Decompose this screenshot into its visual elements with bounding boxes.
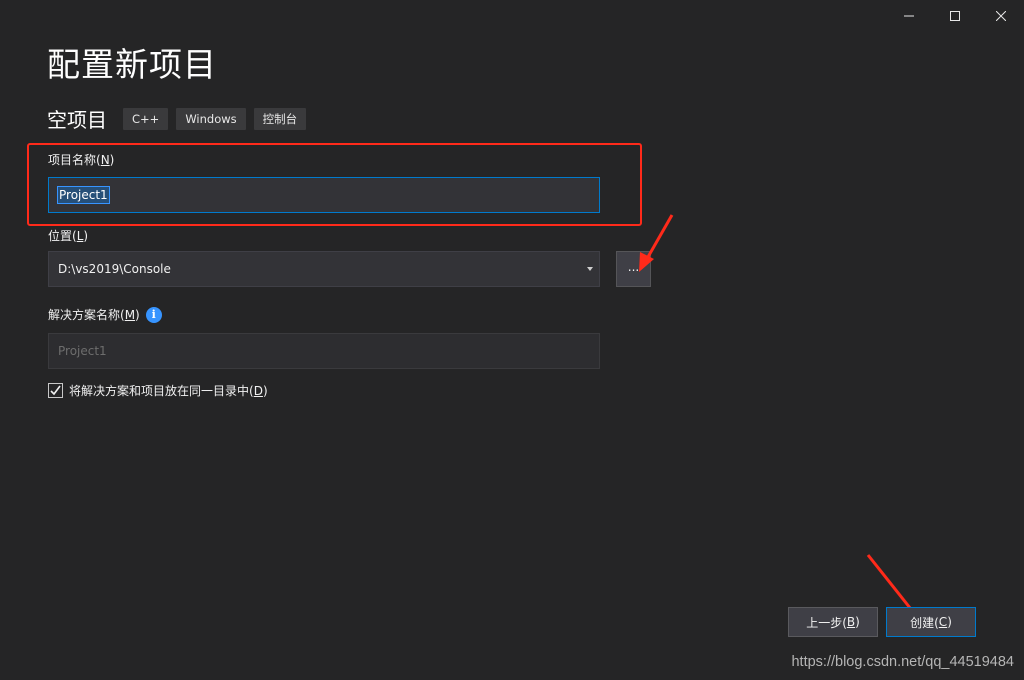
tag-console: 控制台 bbox=[253, 107, 307, 130]
page-title: 配置新项目 bbox=[47, 45, 217, 84]
minimize-icon bbox=[904, 15, 914, 17]
location-label: 位置(L) bbox=[48, 229, 89, 243]
info-icon[interactable]: i bbox=[145, 306, 162, 323]
maximize-icon bbox=[950, 11, 960, 21]
maximize-button[interactable] bbox=[932, 0, 978, 32]
template-name: 空项目 bbox=[47, 108, 107, 132]
minimize-button[interactable] bbox=[886, 0, 932, 32]
same-directory-checkbox[interactable] bbox=[48, 383, 63, 398]
browse-button[interactable]: ... bbox=[616, 251, 651, 287]
project-name-value: Project1 bbox=[57, 186, 110, 204]
location-value: D:\vs2019\Console bbox=[58, 262, 171, 276]
tag-cpp: C++ bbox=[123, 107, 169, 130]
checkmark-icon bbox=[50, 385, 61, 396]
same-directory-label: 将解决方案和项目放在同一目录中(D) bbox=[69, 384, 268, 398]
project-name-input[interactable]: Project1 bbox=[48, 177, 600, 213]
solution-name-placeholder: Project1 bbox=[58, 344, 107, 358]
template-info: 空项目 C++ Windows 控制台 bbox=[47, 104, 314, 133]
configure-project-window: 配置新项目 空项目 C++ Windows 控制台 项目名称(N) Projec… bbox=[0, 0, 1024, 680]
solution-name-label: 解决方案名称(M) i bbox=[48, 306, 162, 324]
project-name-label: 项目名称(N) bbox=[48, 153, 115, 167]
caption-bar bbox=[886, 0, 1024, 32]
tag-windows: Windows bbox=[176, 107, 246, 130]
location-combobox[interactable]: D:\vs2019\Console bbox=[48, 251, 600, 287]
solution-name-input[interactable]: Project1 bbox=[48, 333, 600, 369]
back-button[interactable]: 上一步(B) bbox=[788, 607, 878, 637]
same-directory-option[interactable]: 将解决方案和项目放在同一目录中(D) bbox=[48, 382, 268, 399]
create-button[interactable]: 创建(C) bbox=[886, 607, 976, 637]
close-icon bbox=[996, 11, 1006, 21]
close-button[interactable] bbox=[978, 0, 1024, 32]
watermark-text: https://blog.csdn.net/qq_44519484 bbox=[791, 654, 1014, 670]
chevron-down-icon[interactable] bbox=[587, 267, 593, 271]
